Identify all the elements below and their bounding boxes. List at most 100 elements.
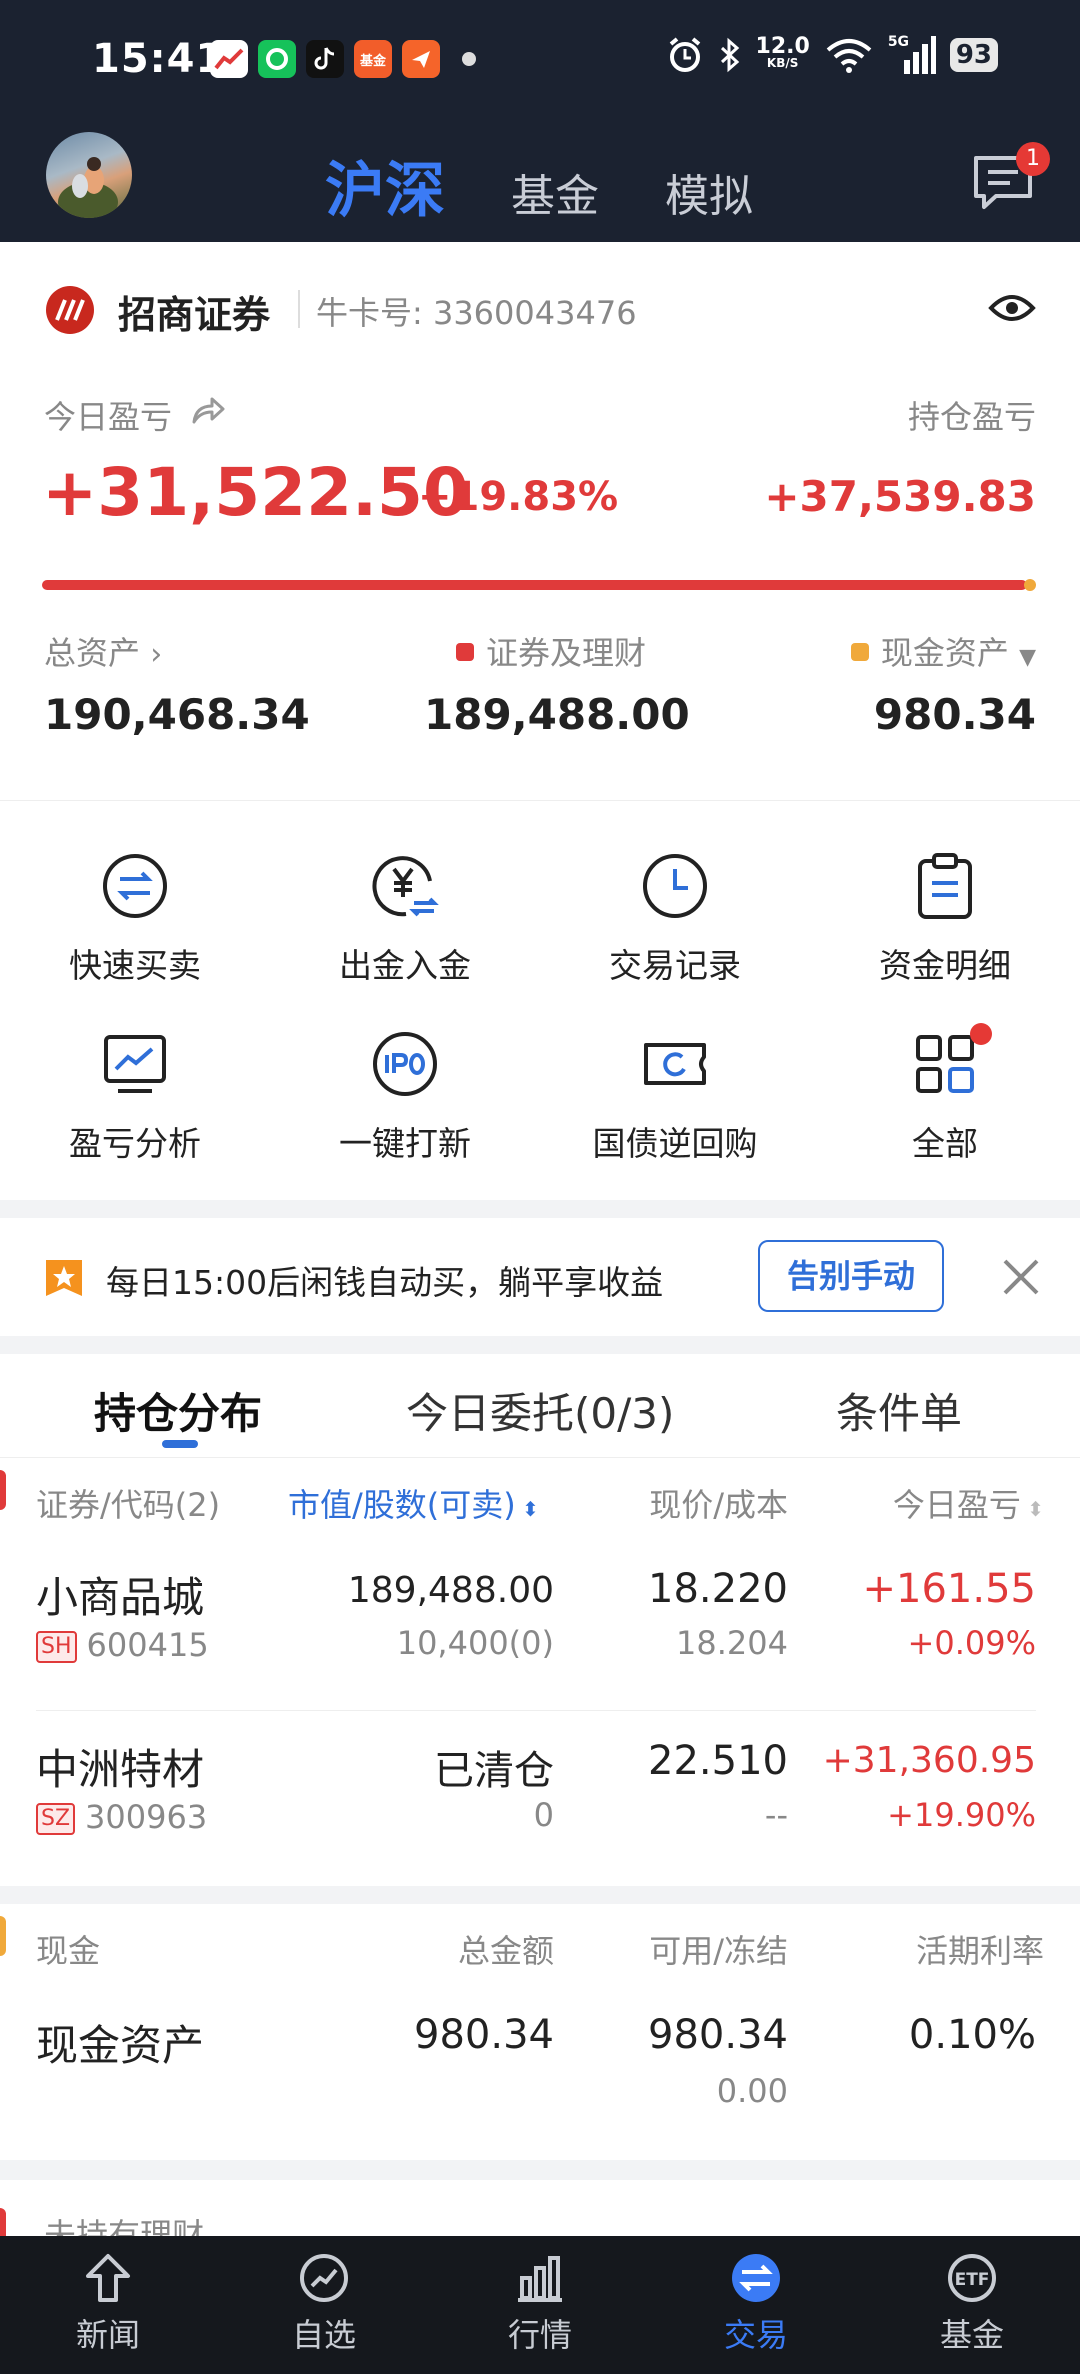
promo-banner: 每日15:00后闲钱自动买，躺平享收益 告别手动 xyxy=(0,1218,1080,1336)
close-icon[interactable] xyxy=(1000,1256,1042,1298)
shares: 0 xyxy=(533,1796,554,1834)
banner-text: 每日15:00后闲钱自动买，躺平享收益 xyxy=(106,1263,664,1302)
pnl-analysis-button[interactable]: 盈亏分析 xyxy=(0,1029,270,1199)
total-assets-value: 190,468.34 xyxy=(44,690,310,739)
grid-icon xyxy=(916,1035,974,1093)
cash-label-text: 现金资产 xyxy=(880,634,1009,672)
deposit-withdraw-button[interactable]: 出金入金 xyxy=(270,851,540,1021)
stock-app-icon xyxy=(210,40,248,78)
tab-fund[interactable]: 基金 xyxy=(511,160,599,224)
star-badge-icon xyxy=(46,1260,82,1296)
trade-records-button[interactable]: 交易记录 xyxy=(540,851,810,1021)
cash-header-rate: 活期利率 xyxy=(915,1932,1044,1970)
header-today-pnl[interactable]: 今日盈亏 ⬍ xyxy=(893,1480,1044,1526)
cash-header-title: 现金 xyxy=(36,1932,101,1970)
function-label: 全部 xyxy=(912,1124,978,1163)
cash-label[interactable]: 现金资产 ▼ xyxy=(850,628,1036,674)
cash-header-available: 可用/冻结 xyxy=(649,1932,788,1970)
function-label: 交易记录 xyxy=(609,946,741,985)
alarm-icon xyxy=(669,37,700,72)
tab-conditional-orders[interactable]: 条件单 xyxy=(836,1380,962,1441)
securities-section-marker xyxy=(0,1470,6,1510)
eye-icon[interactable] xyxy=(988,288,1036,328)
securities-label-text: 证券及理财 xyxy=(486,634,647,672)
broker-name[interactable]: 招商证券 xyxy=(118,284,270,339)
today-pnl-value: +31,522.50 xyxy=(42,454,469,531)
bar-chart-icon xyxy=(518,2256,562,2302)
bottom-nav: 新闻 自选 行情 交易 ETF 基金 xyxy=(0,2236,1080,2374)
nav-label: 自选 xyxy=(291,2316,356,2354)
nav-label: 基金 xyxy=(939,2316,1004,2354)
new-badge-dot xyxy=(970,1023,992,1045)
wifi-icon xyxy=(826,39,872,73)
header-market-value[interactable]: 市值/股数(可卖) ⬍ xyxy=(288,1480,539,1526)
function-label: 一键打新 xyxy=(339,1124,471,1163)
securities-label: 证券及理财 xyxy=(456,628,646,674)
svg-text:ETF: ETF xyxy=(955,2270,990,2290)
battery-level: 93 xyxy=(949,38,998,72)
function-label: 快速买卖 xyxy=(69,946,201,985)
nav-label: 交易 xyxy=(723,2316,788,2354)
cost-price: 18.204 xyxy=(676,1624,788,1662)
nav-market[interactable]: 行情 xyxy=(432,2250,648,2356)
net-speed: 12.0 KB/S xyxy=(756,36,810,71)
securities-value: 189,488.00 xyxy=(424,690,690,739)
market-value: 189,488.00 xyxy=(347,1570,554,1611)
cash-total: 980.34 xyxy=(414,2012,554,2058)
avatar[interactable] xyxy=(46,132,132,218)
current-price: 18.220 xyxy=(648,1566,788,1612)
cash-available: 980.34 xyxy=(648,2012,788,2058)
nav-fund[interactable]: ETF 基金 xyxy=(864,2250,1080,2356)
message-badge: 1 xyxy=(1016,142,1050,176)
etf-icon: ETF xyxy=(948,2254,996,2302)
today-pnl-percent: +0.09% xyxy=(907,1624,1036,1662)
market-value: 已清仓 xyxy=(434,1748,554,1794)
nav-watchlist[interactable]: 自选 xyxy=(216,2250,432,2356)
total-assets-label[interactable]: 总资产 › xyxy=(44,628,162,674)
cash-header-total: 总金额 xyxy=(457,1932,554,1970)
status-time: 15:41 xyxy=(92,36,225,82)
status-indicators: 12.0 KB/S 5G 93 xyxy=(666,34,998,74)
trade-swap-icon xyxy=(732,2254,780,2302)
tab-today-orders[interactable]: 今日委托(0/3) xyxy=(406,1380,674,1441)
header-price: 现价/成本 xyxy=(649,1486,788,1524)
divider xyxy=(298,290,300,328)
card-number: 牛卡号: 3360043476 xyxy=(316,294,637,332)
tab-simulation[interactable]: 模拟 xyxy=(665,160,753,224)
network-type: 5G xyxy=(887,34,910,50)
cash-rate: 0.10% xyxy=(908,2012,1036,2058)
asset-ratio-cash-segment xyxy=(1024,579,1036,591)
share-icon[interactable] xyxy=(190,394,226,426)
clock-icon xyxy=(643,854,707,918)
tab-hushen[interactable]: 沪深 xyxy=(325,142,445,229)
banner-action-button[interactable]: 告别手动 xyxy=(758,1240,944,1312)
swap-circle-icon xyxy=(103,854,167,918)
asset-ratio-bar xyxy=(42,580,1027,590)
status-app-icons: 基金 xyxy=(210,40,476,78)
today-pnl-percent: +19.83% xyxy=(418,474,619,520)
status-bar: 15:41 基金 12.0 KB/S 5G 93 xyxy=(0,0,1080,118)
all-functions-button[interactable]: 全部 xyxy=(810,1023,1080,1199)
more-notifications-icon xyxy=(462,52,476,66)
paper-plane-app-icon xyxy=(402,40,440,78)
repo-button[interactable]: 国债逆回购 xyxy=(540,1029,810,1199)
nav-trade[interactable]: 交易 xyxy=(648,2250,864,2356)
ipo-subscribe-button[interactable]: 一键打新 xyxy=(270,1029,540,1199)
quick-trade-button[interactable]: 快速买卖 xyxy=(0,851,270,1021)
fund-details-button[interactable]: 资金明细 xyxy=(810,851,1080,1021)
account-card: 招商证券 牛卡号: 3360043476 今日盈亏 持仓盈亏 +31,522.5… xyxy=(0,242,1080,800)
holding-pnl-value: +37,539.83 xyxy=(764,472,1036,521)
nav-news[interactable]: 新闻 xyxy=(0,2250,216,2356)
cash-section-marker xyxy=(0,1916,6,1956)
clipboard-icon xyxy=(918,853,972,919)
tab-holdings[interactable]: 持仓分布 xyxy=(94,1380,262,1441)
active-tab-indicator xyxy=(162,1440,198,1448)
tiktok-icon xyxy=(306,40,344,78)
stock-code: 600415 xyxy=(86,1626,209,1664)
sort-icon: ⬍ xyxy=(515,1497,539,1521)
cash-frozen: 0.00 xyxy=(716,2072,788,2110)
broker-logo xyxy=(46,286,94,334)
ipo-icon xyxy=(373,1032,437,1096)
chevron-right-icon: › xyxy=(150,637,163,672)
chart-monitor-icon xyxy=(104,1035,166,1093)
